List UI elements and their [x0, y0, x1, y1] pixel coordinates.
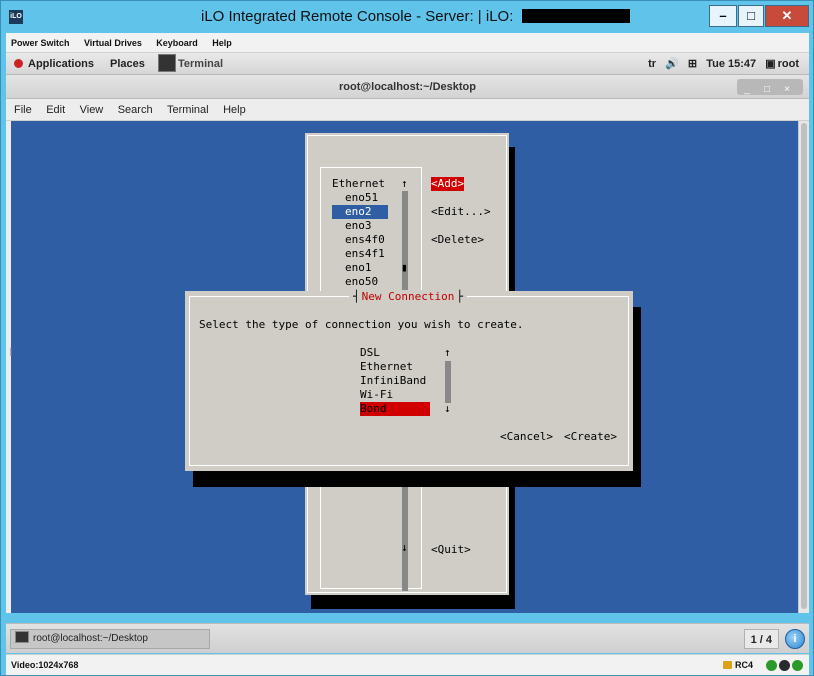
user-icon: ▣	[765, 58, 776, 70]
list-header-ethernet: Ethernet	[332, 177, 385, 190]
status-dot-icon	[792, 660, 803, 671]
status-dot-icon	[766, 660, 777, 671]
places-menu[interactable]: Places	[110, 53, 145, 75]
terminal-icon	[15, 631, 29, 643]
connection-item[interactable]: ens4f0	[345, 233, 385, 247]
ilo-app-icon: iLO	[9, 10, 23, 24]
redacted-server-name	[521, 9, 630, 23]
redhat-icon	[14, 59, 23, 68]
connection-item[interactable]: eno50	[345, 275, 378, 289]
ilo-menubar: Power Switch Virtual Drives Keyboard Hel…	[6, 33, 809, 53]
dialog-scroll-up-icon[interactable]: ↑	[444, 346, 451, 360]
network-icon[interactable]: ⊞	[688, 58, 697, 70]
bottom-taskbar: root@localhost:~/Desktop 1 / 4 i	[6, 623, 809, 653]
menu-power-switch[interactable]: Power Switch	[6, 33, 75, 53]
terminal-menu-file[interactable]: File	[9, 99, 37, 121]
terminal-menubar: File Edit View Search Terminal Help	[6, 99, 809, 121]
clock[interactable]: Tue 15:47	[706, 58, 756, 70]
terminal-menu-search[interactable]: Search	[113, 99, 158, 121]
dialog-prompt: Select the type of connection you wish t…	[199, 318, 524, 331]
connection-item[interactable]: eno51	[345, 191, 378, 205]
encryption-indicator: RC4	[722, 655, 753, 676]
terminal-titlebar: root@localhost:~/Desktop _ □ ×	[6, 75, 809, 99]
terminal-menu-view[interactable]: View	[75, 99, 109, 121]
status-dot-icon	[779, 660, 790, 671]
terminal-title: root@localhost:~/Desktop	[339, 81, 476, 93]
taskbar-terminal-window[interactable]: root@localhost:~/Desktop	[10, 629, 210, 649]
mouse-text-cursor-icon: I	[9, 345, 13, 359]
user-menu[interactable]: root	[778, 58, 799, 70]
edit-button[interactable]: <Edit...>	[431, 205, 491, 219]
ilo-statusbar: Video:1024x768 RC4	[6, 654, 809, 675]
list-scroll-thumb-icon[interactable]: ▮	[401, 261, 408, 275]
connection-item[interactable]: eno1	[345, 261, 372, 275]
maximize-button[interactable]: □	[738, 5, 764, 27]
lock-icon	[722, 661, 732, 669]
terminal-icon	[158, 54, 176, 72]
connection-type-item[interactable]: InfiniBand	[360, 374, 426, 388]
encryption-label: RC4	[734, 660, 753, 670]
terminal-screen[interactable]: Ethernet ↑ ▮ ↓ eno51 eno2 eno3 ens4f0 en…	[11, 121, 798, 613]
connection-type-item[interactable]: Wi-Fi	[360, 388, 393, 402]
terminal-maximize-button[interactable]: □	[757, 82, 777, 98]
terminal-menu-terminal[interactable]: Terminal	[162, 99, 214, 121]
quit-button[interactable]: <Quit>	[431, 543, 471, 557]
applications-label: Applications	[28, 58, 95, 70]
create-button[interactable]: <Create>	[564, 430, 617, 444]
cancel-button[interactable]: <Cancel>	[500, 430, 553, 444]
ilo-window: iLO iLO Integrated Remote Console - Serv…	[0, 0, 814, 676]
terminal-menu-help[interactable]: Help	[218, 99, 251, 121]
volume-icon[interactable]: 🔊	[665, 58, 679, 70]
terminal-taskbar-button[interactable]: Terminal	[158, 54, 223, 74]
add-button[interactable]: <Add>	[431, 177, 465, 191]
terminal-scrollbar-thumb[interactable]	[801, 123, 807, 609]
connection-item-selected[interactable]: eno2	[332, 205, 388, 219]
dialog-title: New Connection	[349, 290, 467, 304]
close-button[interactable]: ✕	[765, 5, 809, 27]
system-tray: tr 🔊 ⊞ Tue 15:47 ▣ root	[642, 53, 799, 75]
terminal-close-button[interactable]: ×	[777, 82, 797, 98]
applications-menu[interactable]: Applications	[14, 53, 94, 75]
menu-keyboard[interactable]: Keyboard	[151, 33, 203, 53]
info-icon[interactable]: i	[785, 629, 805, 649]
menu-help[interactable]: Help	[207, 33, 237, 53]
dialog-scrollbar-track[interactable]	[445, 361, 451, 403]
ilo-window-title: iLO Integrated Remote Console - Server: …	[201, 8, 630, 25]
connection-item[interactable]: eno3	[345, 219, 372, 233]
keyboard-layout-indicator[interactable]: tr	[648, 58, 656, 70]
ilo-titlebar: iLO iLO Integrated Remote Console - Serv…	[1, 1, 813, 33]
list-scroll-up-icon[interactable]: ↑	[401, 177, 408, 191]
workspace-indicator[interactable]: 1 / 4	[743, 629, 779, 649]
ilo-title-text: iLO Integrated Remote Console - Server: …	[201, 8, 518, 25]
delete-button[interactable]: <Delete>	[431, 233, 484, 247]
terminal-task-label: Terminal	[178, 58, 224, 70]
taskbar-terminal-label: root@localhost:~/Desktop	[33, 633, 148, 644]
connection-type-item-selected[interactable]: Bond	[360, 402, 430, 416]
connection-type-item[interactable]: Ethernet	[360, 360, 413, 374]
list-scroll-down-icon[interactable]: ↓	[401, 541, 408, 555]
connection-type-item[interactable]: DSL	[360, 346, 380, 360]
minimize-button[interactable]: –	[709, 5, 737, 27]
terminal-scrollbar[interactable]	[798, 121, 809, 613]
terminal-window-buttons: _ □ ×	[737, 79, 803, 95]
terminal-menu-edit[interactable]: Edit	[41, 99, 70, 121]
video-resolution: Video:1024x768	[11, 660, 79, 670]
menu-virtual-drives[interactable]: Virtual Drives	[79, 33, 147, 53]
connection-item[interactable]: ens4f1	[345, 247, 385, 261]
gnome-topbar: Applications Places Terminal tr 🔊 ⊞ Tue …	[6, 53, 809, 75]
terminal-minimize-button[interactable]: _	[737, 82, 757, 98]
dialog-scroll-down-icon[interactable]: ↓	[444, 402, 451, 416]
